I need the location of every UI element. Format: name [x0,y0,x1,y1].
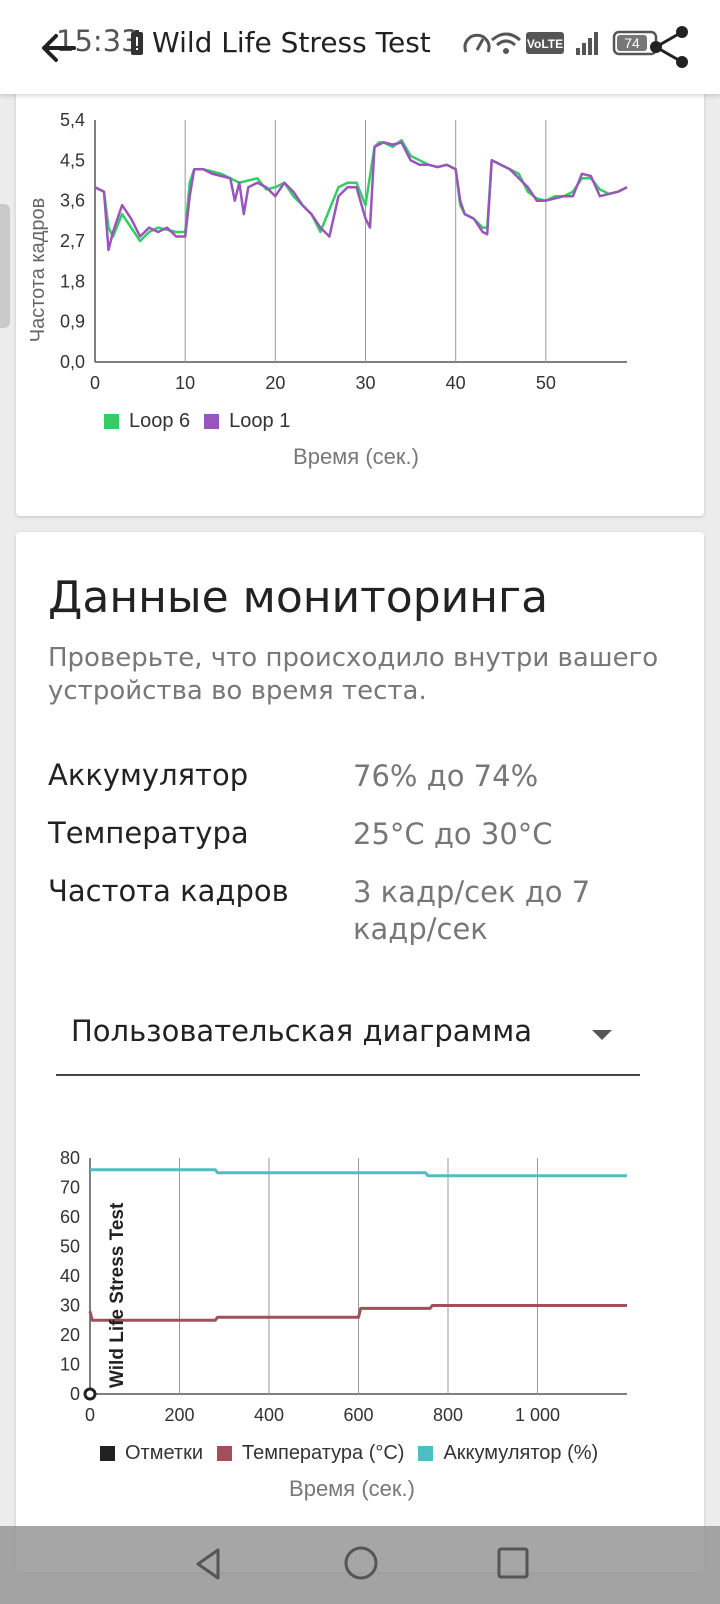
monitoring-card: Данные мониторинга Проверьте, что происх… [16,532,704,1572]
y-tick-label: 80 [60,1148,80,1168]
signal-icon [576,32,598,55]
chart-type-dropdown[interactable]: Пользовательская диаграмма [56,996,640,1076]
monitor-value: 76% до 74% [353,759,539,793]
legend-swatch [418,1446,434,1461]
y-tick-label: 60 [60,1207,80,1227]
y-tick-label: 5,4 [60,110,85,130]
x-tick-label: 30 [355,373,375,393]
share-icon[interactable] [646,24,692,70]
x-tick-label: 1 000 [515,1405,560,1425]
legend-label: Аккумулятор (%) [443,1442,599,1464]
section-subtitle: Проверьте, что происходило внутри вашего… [48,643,659,706]
x-tick-label: 400 [254,1405,284,1425]
y-tick-label: 2,7 [60,231,85,251]
y-tick-label: 20 [60,1325,80,1345]
legend-item-loop1: Loop 1 [204,410,290,433]
custom-chart: 0 10 20 30 40 50 60 70 80 0 200 400 600 800 1 000 Wil… [60,1148,627,1425]
x-tick-label: 40 [446,373,466,393]
legend-swatch [100,1446,115,1461]
y-tick-label: 10 [60,1355,80,1375]
x-tick-label: 0 [90,373,100,393]
x-tick-label: 600 [343,1405,373,1425]
custom-chart-vertical-label: Wild Life Stress Test [107,1202,128,1388]
legend-item-marks: Отметки [100,1442,203,1465]
x-tick-label: 200 [164,1405,194,1425]
app-bar: 15:33 Wild Life Stress Test VoLTE 74 [0,0,720,94]
legend-swatch [204,414,220,429]
fps-chart-xtitle: Время (сек.) [293,444,419,469]
y-tick-label: 0,9 [60,312,85,332]
x-tick-label: 0 [85,1405,95,1425]
monitor-key: Температура [48,816,249,850]
custom-chart-xtitle: Время (сек.) [289,1476,415,1501]
y-tick-label: 40 [60,1266,80,1286]
monitor-value: 3 кадр/сек до 7 кадр/сек [353,875,591,946]
dropdown-selected: Пользовательская диаграмма [71,1014,533,1048]
x-tick-label: 20 [265,373,285,393]
app-title: Wild Life Stress Test [152,26,431,59]
fps-chart-legend: Loop 6 Loop 1 [104,410,304,433]
svg-text:74: 74 [624,35,640,51]
legend-item-battery: Аккумулятор (%) [418,1442,598,1465]
nav-recents-icon[interactable] [496,1546,530,1580]
fps-chart-ylabel: Частота кадров [27,198,49,343]
x-tick-label: 800 [433,1405,463,1425]
legend-label: Loop 1 [229,410,291,432]
status-icons: VoLTE 74 [463,30,658,56]
section-title: Данные мониторинга [48,572,549,623]
chevron-down-icon[interactable] [592,1030,612,1040]
y-tick-label: 50 [60,1237,80,1257]
x-tick-label: 10 [175,373,195,393]
svg-text:VoLTE: VoLTE [527,37,563,51]
battery-alert-icon [131,30,143,55]
speed-icon [463,33,491,53]
wifi-icon [491,32,521,54]
y-tick-label: 3,6 [60,191,85,211]
monitor-key: Частота кадров [48,874,289,908]
legend-item-temperature: Температура (°C) [217,1442,404,1465]
monitor-value: 25°C до 30°C [353,817,553,851]
legend-item-loop6: Loop 6 [104,410,190,433]
side-handle[interactable] [0,204,10,328]
back-arrow-icon[interactable] [38,28,78,68]
x-tick-label: 50 [536,373,556,393]
series-line-loop-6 [94,138,628,243]
legend-label: Loop 6 [129,410,191,432]
system-nav-bar [0,1526,720,1604]
custom-chart-legend: Отметки Температура (°C) Аккумулятор (%) [100,1442,612,1465]
volte-icon: VoLTE [526,32,564,54]
y-tick-label: 30 [60,1296,80,1316]
y-tick-label: 1,8 [60,271,85,291]
y-tick-label: 0,0 [60,352,85,372]
legend-swatch [217,1446,233,1461]
marker-point [83,1387,97,1401]
y-tick-label: 4,5 [60,150,85,170]
legend-swatch [104,414,119,429]
legend-label: Температура (°C) [242,1442,405,1464]
monitor-key: Аккумулятор [48,758,249,792]
nav-back-icon[interactable] [188,1544,228,1584]
nav-home-icon[interactable] [342,1544,380,1582]
legend-label: Отметки [125,1442,204,1464]
y-tick-label: 70 [60,1178,80,1198]
y-tick-label: 0 [70,1384,80,1404]
